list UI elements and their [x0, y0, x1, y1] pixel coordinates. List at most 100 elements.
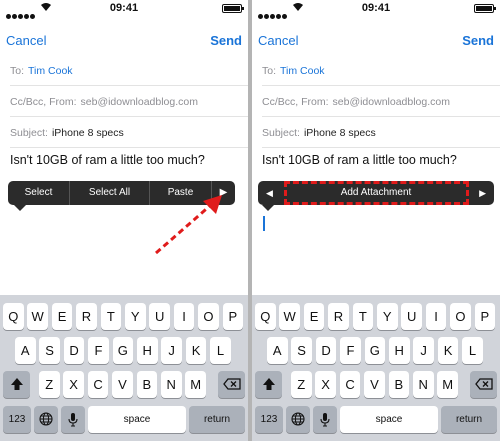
backspace-icon	[474, 378, 493, 390]
message-body[interactable]: Isn't 10GB of ram a little too much?	[10, 153, 205, 167]
shift-key[interactable]	[255, 371, 282, 398]
key-l[interactable]: L	[210, 337, 231, 364]
key-v[interactable]: V	[112, 371, 133, 398]
key-r[interactable]: R	[328, 303, 349, 330]
numbers-key[interactable]: 123	[255, 406, 283, 433]
key-h[interactable]: H	[137, 337, 158, 364]
key-w[interactable]: W	[279, 303, 300, 330]
status-time: 09:41	[109, 2, 139, 14]
key-s[interactable]: S	[39, 337, 60, 364]
key-r[interactable]: R	[76, 303, 97, 330]
key-n[interactable]: N	[161, 371, 182, 398]
shift-icon	[262, 378, 275, 390]
key-i[interactable]: I	[425, 303, 447, 330]
key-c[interactable]: C	[339, 371, 361, 398]
key-o[interactable]: O	[450, 303, 471, 330]
key-l[interactable]: L	[462, 337, 483, 364]
microphone-key[interactable]	[313, 406, 337, 433]
cancel-button[interactable]: Cancel	[258, 33, 298, 48]
key-w[interactable]: W	[27, 303, 48, 330]
key-c[interactable]: C	[87, 371, 109, 398]
message-body[interactable]: Isn't 10GB of ram a little too much?	[262, 153, 457, 167]
key-z[interactable]: Z	[291, 371, 312, 398]
send-button[interactable]: Send	[210, 33, 242, 48]
key-f[interactable]: F	[88, 337, 109, 364]
space-key[interactable]: space	[88, 406, 186, 433]
globe-icon	[39, 412, 53, 426]
key-b[interactable]: B	[136, 371, 158, 398]
status-time: 09:41	[361, 2, 391, 14]
key-z[interactable]: Z	[39, 371, 60, 398]
key-d[interactable]: D	[315, 337, 337, 364]
status-bar: 09:41	[252, 0, 500, 19]
key-g[interactable]: G	[364, 337, 386, 364]
menu-prev-arrow-icon[interactable]: ◀	[266, 181, 273, 205]
key-i[interactable]: I	[173, 303, 195, 330]
annotation-highlight-box	[284, 181, 469, 205]
shift-key[interactable]	[3, 371, 30, 398]
key-t[interactable]: T	[100, 303, 122, 330]
key-j[interactable]: J	[413, 337, 434, 364]
key-m[interactable]: M	[437, 371, 458, 398]
globe-icon	[291, 412, 305, 426]
key-e[interactable]: E	[51, 303, 73, 330]
key-p[interactable]: P	[474, 303, 496, 330]
return-key[interactable]: return	[189, 406, 245, 433]
key-q[interactable]: Q	[3, 303, 24, 330]
subject-field[interactable]: Subject: iPhone 8 specs	[262, 118, 500, 148]
subject-label: Subject:	[262, 127, 300, 139]
subject-field[interactable]: Subject: iPhone 8 specs	[10, 118, 248, 148]
key-g[interactable]: G	[112, 337, 134, 364]
menu-select[interactable]: Select	[8, 181, 70, 205]
keyboard: QWERTYUIOP ASDFGHJKL ZXCVBNM 123 space ret…	[0, 295, 248, 441]
cc-from-field[interactable]: Cc/Bcc, From: seb@idownloadblog.com	[10, 87, 248, 117]
send-button[interactable]: Send	[462, 33, 494, 48]
key-a[interactable]: A	[15, 337, 36, 364]
return-key[interactable]: return	[441, 406, 497, 433]
cc-from-field[interactable]: Cc/Bcc, From: seb@idownloadblog.com	[262, 87, 500, 117]
menu-select-all[interactable]: Select All	[70, 181, 150, 205]
cc-label: Cc/Bcc, From:	[262, 96, 329, 108]
numbers-key[interactable]: 123	[3, 406, 31, 433]
to-recipient[interactable]: Tim Cook	[280, 65, 325, 77]
key-q[interactable]: Q	[255, 303, 276, 330]
globe-key[interactable]	[34, 406, 58, 433]
key-h[interactable]: H	[389, 337, 410, 364]
key-n[interactable]: N	[413, 371, 434, 398]
delete-key[interactable]	[470, 371, 497, 398]
delete-key[interactable]	[218, 371, 245, 398]
key-k[interactable]: K	[185, 337, 207, 364]
key-o[interactable]: O	[198, 303, 219, 330]
to-recipient[interactable]: Tim Cook	[28, 65, 73, 77]
key-u[interactable]: U	[149, 303, 170, 330]
to-field[interactable]: To: Tim Cook	[262, 56, 500, 86]
to-field[interactable]: To: Tim Cook	[10, 56, 248, 86]
subject-value: iPhone 8 specs	[303, 127, 376, 139]
microphone-icon	[320, 413, 330, 427]
key-k[interactable]: K	[437, 337, 459, 364]
key-s[interactable]: S	[291, 337, 312, 364]
space-key[interactable]: space	[340, 406, 438, 433]
key-b[interactable]: B	[388, 371, 410, 398]
key-p[interactable]: P	[222, 303, 244, 330]
key-u[interactable]: U	[401, 303, 422, 330]
key-x[interactable]: X	[63, 371, 84, 398]
menu-next-arrow-icon[interactable]: ▶	[479, 181, 486, 205]
key-j[interactable]: J	[161, 337, 182, 364]
key-x[interactable]: X	[315, 371, 336, 398]
key-v[interactable]: V	[364, 371, 385, 398]
globe-key[interactable]	[286, 406, 310, 433]
cancel-button[interactable]: Cancel	[6, 33, 46, 48]
key-e[interactable]: E	[303, 303, 325, 330]
key-y[interactable]: Y	[377, 303, 398, 330]
key-f[interactable]: F	[340, 337, 361, 364]
key-d[interactable]: D	[63, 337, 85, 364]
key-t[interactable]: T	[352, 303, 374, 330]
key-y[interactable]: Y	[125, 303, 146, 330]
right-phone-screen: 09:41 Cancel Send To: Tim Cook Cc/Bcc, Fr…	[252, 0, 500, 441]
menu-pointer	[14, 205, 26, 211]
subject-value: iPhone 8 specs	[51, 127, 124, 139]
key-a[interactable]: A	[267, 337, 288, 364]
microphone-key[interactable]	[61, 406, 85, 433]
key-m[interactable]: M	[185, 371, 206, 398]
